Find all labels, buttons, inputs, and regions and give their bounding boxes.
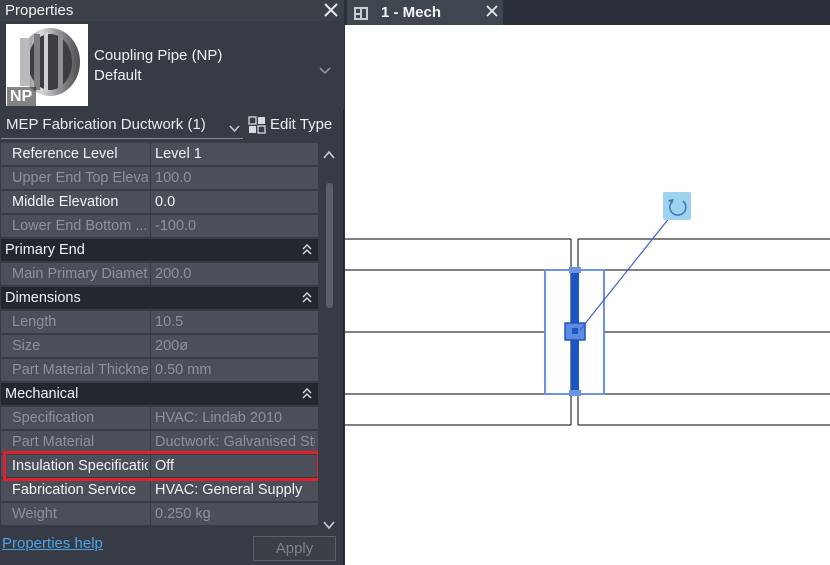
property-row: Main Primary Diameter 200.0 xyxy=(1,263,318,286)
property-row: Upper End Top Elevation 100.0 xyxy=(1,167,318,190)
rotate-leader xyxy=(579,206,679,331)
column-divider xyxy=(150,143,151,166)
family-name: Coupling Pipe (NP) xyxy=(94,47,223,64)
scroll-down-icon[interactable] xyxy=(323,517,335,530)
properties-title-bar: Properties xyxy=(0,0,344,21)
group-label: Mechanical xyxy=(5,386,79,402)
property-name: Middle Elevation xyxy=(12,194,119,210)
category-filter-dropdown[interactable]: MEP Fabrication Ductwork (1) xyxy=(1,111,243,139)
property-row: Part Material Thickness 0.50 mm xyxy=(1,359,318,382)
property-value: 200ø xyxy=(155,338,189,354)
column-divider xyxy=(150,503,151,526)
property-value: 0.50 mm xyxy=(155,362,212,378)
filter-row: MEP Fabrication Ductwork (1) Edit Type xyxy=(0,110,344,140)
properties-help-link[interactable]: Properties help xyxy=(2,535,103,552)
property-value: 10.5 xyxy=(155,314,184,330)
type-thumbnail: NP xyxy=(6,24,88,106)
rotate-icon[interactable] xyxy=(663,192,691,220)
drawing-canvas[interactable] xyxy=(345,25,830,565)
property-value: -100.0 xyxy=(155,218,197,234)
property-name: Part Material Thickness xyxy=(12,362,148,378)
column-divider xyxy=(150,311,151,334)
property-value: 200.0 xyxy=(155,266,192,282)
chevron-down-icon[interactable] xyxy=(229,120,240,133)
edit-type-label: Edit Type xyxy=(270,116,333,133)
duct-right[interactable] xyxy=(577,238,830,426)
edit-type-button[interactable]: Edit Type xyxy=(248,112,340,138)
floor-plan-icon xyxy=(353,5,369,21)
collapse-icon[interactable] xyxy=(302,243,312,255)
property-value[interactable]: 0.0 xyxy=(155,194,315,210)
thumbnail-badge: NP xyxy=(7,87,37,106)
duct-left[interactable] xyxy=(345,238,572,426)
properties-title: Properties xyxy=(5,2,74,19)
chevron-down-icon[interactable] xyxy=(319,62,331,75)
scrollbar-thumb[interactable] xyxy=(326,183,333,308)
tab-1-mech[interactable]: 1 - Mech xyxy=(347,0,503,25)
view-tab-label: 1 - Mech xyxy=(381,4,442,21)
close-icon[interactable] xyxy=(485,4,499,18)
highlight-box xyxy=(3,451,320,481)
property-name: Upper End Top Elevation xyxy=(12,170,148,186)
type-name: Default xyxy=(94,67,142,84)
group-header[interactable]: Primary End xyxy=(1,239,318,262)
selected-coupling[interactable] xyxy=(544,267,605,396)
property-name: Specification xyxy=(12,410,95,426)
column-divider xyxy=(150,335,151,358)
property-name: Lower End Bottom ... xyxy=(12,218,148,234)
column-divider xyxy=(150,359,151,382)
property-name: Reference Level xyxy=(12,146,118,162)
property-name: Main Primary Diameter xyxy=(12,266,148,282)
property-value: 100.0 xyxy=(155,170,192,186)
property-row: Size 200ø xyxy=(1,335,318,358)
properties-scrollbar[interactable] xyxy=(318,143,340,533)
property-name: Size xyxy=(12,338,41,354)
property-value[interactable]: HVAC: General Supply xyxy=(155,482,315,498)
property-value: HVAC: Lindab 2010 xyxy=(155,410,283,426)
column-divider xyxy=(150,263,151,286)
type-selector[interactable]: NP Coupling Pipe (NP) Default xyxy=(0,21,344,109)
column-divider xyxy=(150,215,151,238)
column-divider xyxy=(150,167,151,190)
drawing xyxy=(345,192,830,426)
property-name: Fabrication Service xyxy=(12,482,137,498)
close-icon[interactable] xyxy=(322,1,340,19)
column-divider xyxy=(150,191,151,214)
group-label: Primary End xyxy=(5,242,85,258)
property-row: Length 10.5 xyxy=(1,311,318,334)
property-row: Specification HVAC: Lindab 2010 xyxy=(1,407,318,430)
edit-type-icon xyxy=(248,116,266,134)
group-label: Dimensions xyxy=(5,290,81,306)
column-divider xyxy=(150,479,151,502)
collapse-icon[interactable] xyxy=(302,291,312,303)
property-row[interactable]: Reference Level Level 1 xyxy=(1,143,318,166)
group-header[interactable]: Dimensions xyxy=(1,287,318,310)
group-header[interactable]: Mechanical xyxy=(1,383,318,406)
view-tab-bar: 1 - Mech xyxy=(345,0,830,25)
category-filter-value: MEP Fabrication Ductwork (1) xyxy=(6,116,206,133)
property-name: Weight xyxy=(12,506,57,522)
collapse-icon[interactable] xyxy=(302,387,312,399)
property-value: Ductwork: Galvanised Steel xyxy=(155,434,315,450)
property-value: 0.250 kg xyxy=(155,506,211,522)
property-row: Weight 0.250 kg xyxy=(1,503,318,526)
properties-panel: Properties NP Coupling Pipe (NP) Default… xyxy=(0,0,344,565)
scroll-up-icon[interactable] xyxy=(323,147,335,159)
property-row: Lower End Bottom ... -100.0 xyxy=(1,215,318,238)
column-divider xyxy=(150,407,151,430)
property-row[interactable]: Middle Elevation 0.0 xyxy=(1,191,318,214)
property-name: Length xyxy=(12,314,57,330)
property-value[interactable]: Level 1 xyxy=(155,146,315,162)
property-row[interactable]: Fabrication Service HVAC: General Supply xyxy=(1,479,318,502)
property-name: Part Material xyxy=(12,434,95,450)
apply-button[interactable]: Apply xyxy=(253,536,336,561)
